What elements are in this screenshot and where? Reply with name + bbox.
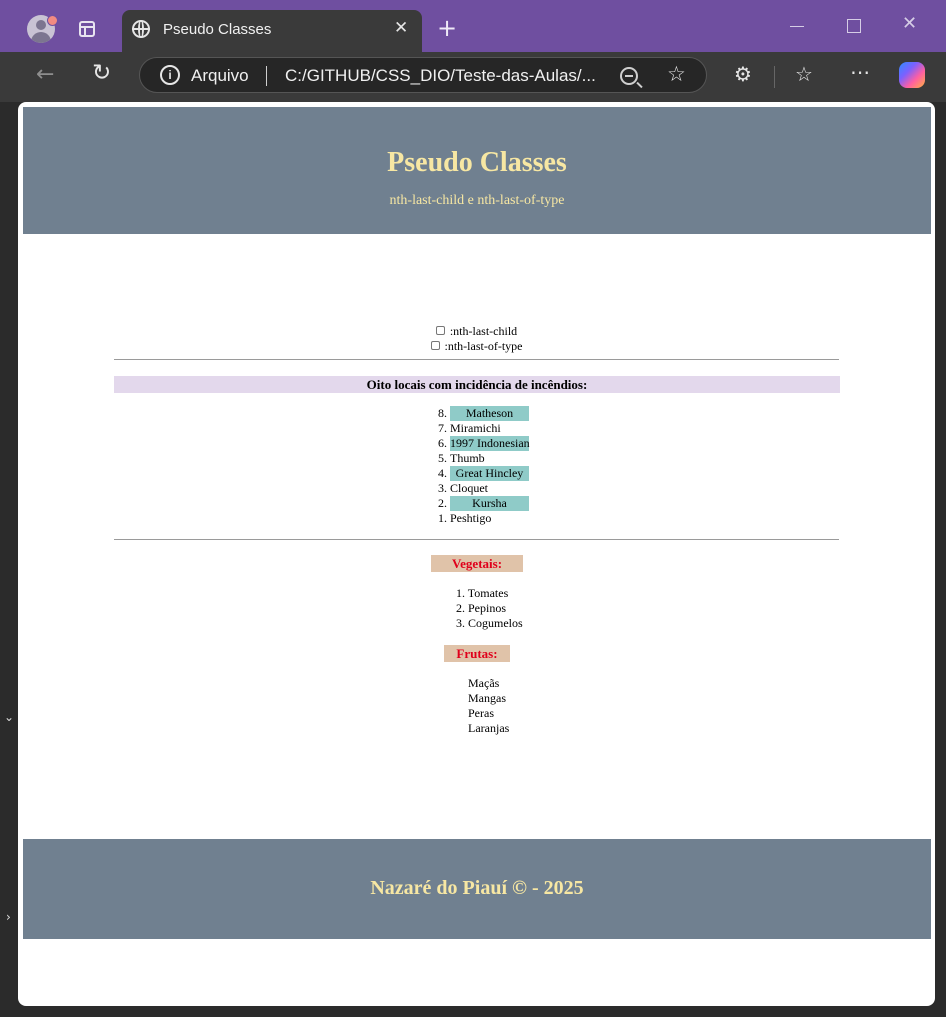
address-url[interactable]: C:/GITHUB/CSS_DIO/Teste-das-Aulas/... (285, 66, 596, 86)
list-item: Peras (468, 706, 494, 720)
item-name: Matheson (450, 406, 529, 421)
page-header: Pseudo Classes nth-last-child e nth-last… (23, 107, 931, 234)
copilot-icon[interactable] (899, 62, 925, 88)
notification-dot-icon (47, 15, 58, 26)
window-close-icon[interactable]: ✕ (902, 13, 917, 34)
favorites-list-icon[interactable]: ☆ (795, 62, 813, 86)
page-subtitle: nth-last-child e nth-last-of-type (389, 193, 565, 208)
address-label: Arquivo (191, 66, 249, 85)
more-icon[interactable]: ⋯ (850, 60, 871, 84)
page-title: Pseudo Classes (387, 147, 567, 178)
close-tab-icon[interactable]: ✕ (394, 18, 408, 38)
minimize-icon[interactable] (790, 26, 804, 27)
item-name: Kursha (450, 496, 529, 511)
address-separator (266, 66, 267, 86)
item-number: 1. (438, 511, 447, 525)
zoom-out-icon[interactable] (620, 67, 638, 85)
list-item: 5. Thumb (438, 451, 529, 466)
list-item: 7. Miramichi (438, 421, 529, 436)
item-name: Great Hincley (450, 466, 529, 481)
item-number: 4. (438, 466, 447, 480)
toggle-label: :nth-last-child (449, 324, 518, 338)
toggle-label: :nth-last-of-type (444, 339, 523, 353)
back-icon[interactable]: ← (36, 62, 54, 87)
fires-section-title: Oito locais com incidência de incêndios: (114, 376, 840, 393)
vegetables-list: 1. Tomates 2. Pepinos 3. Cogumelos (456, 586, 523, 631)
list-item: 2. Kursha (438, 496, 529, 511)
pseudo-class-toggles: :nth-last-child :nth-last-of-type (18, 324, 935, 354)
info-icon[interactable]: i (160, 65, 180, 85)
reload-icon[interactable]: ↻ (92, 60, 111, 86)
toolbar-separator (774, 66, 775, 88)
globe-icon (132, 20, 150, 38)
list-item: Mangas (468, 691, 506, 705)
item-name: Thumb (450, 451, 485, 465)
tab-actions-icon[interactable] (79, 21, 95, 37)
item-number: 5. (438, 451, 447, 465)
checkbox[interactable] (435, 326, 445, 335)
item-name: 1997 Indonesian (450, 436, 530, 451)
browser-toolbar: ← ↻ i Arquivo C:/GITHUB/CSS_DIO/Teste-da… (0, 52, 946, 102)
fires-list: 8. Matheson 7. Miramichi 6. 1997 Indonesian… (438, 406, 530, 526)
vegetables-title: Vegetais: (431, 555, 523, 572)
item-number: 2. (438, 496, 447, 510)
list-item: 3. Cogumelos (456, 616, 523, 630)
item-number: 8. (438, 406, 447, 420)
list-item: 2. Pepinos (456, 601, 507, 615)
divider (114, 359, 839, 360)
checkbox[interactable] (430, 341, 440, 350)
item-number: 3. (438, 481, 447, 495)
list-item: 4. Great Hincley (438, 466, 529, 481)
list-item: Laranjas (468, 721, 510, 735)
divider (114, 539, 839, 540)
item-name: Cloquet (450, 481, 488, 495)
new-tab-icon[interactable]: + (437, 14, 457, 42)
list-item: 3. Cloquet (438, 481, 529, 496)
toggle-nth-last-child[interactable]: :nth-last-child (18, 324, 935, 339)
maximize-icon[interactable] (847, 19, 861, 33)
list-item: 8. Matheson (438, 406, 529, 421)
item-number: 6. (438, 436, 447, 450)
item-number: 7. (438, 421, 447, 435)
browser-titlebar: Pseudo Classes ✕ + ✕ (0, 0, 946, 52)
page-footer: Nazaré do Piauí © - 2025 (23, 839, 931, 939)
item-name: Peshtigo (450, 511, 492, 525)
item-name: Miramichi (450, 421, 501, 435)
fruits-title: Frutas: (444, 645, 510, 662)
chevron-down-icon: ⌄ (4, 710, 15, 724)
star-icon[interactable]: ☆ (667, 62, 686, 86)
list-item: 1. Peshtigo (438, 511, 529, 526)
address-bar[interactable]: i Arquivo C:/GITHUB/CSS_DIO/Teste-das-Au… (139, 57, 707, 93)
puzzle-icon[interactable]: ⚙ (734, 62, 752, 86)
fruits-list: Maçãs Mangas Peras Laranjas (468, 676, 509, 736)
list-item: Maçãs (468, 676, 500, 690)
page-viewport: Pseudo Classes nth-last-child e nth-last… (18, 102, 935, 1006)
chevron-right-icon: › (6, 910, 11, 924)
footer-text: Nazaré do Piauí © - 2025 (370, 877, 584, 899)
tab-pseudo-classes[interactable]: Pseudo Classes ✕ (122, 10, 422, 52)
list-item: 1. Tomates (456, 586, 509, 600)
list-item: 6. 1997 Indonesian (438, 436, 530, 451)
toggle-nth-last-of-type[interactable]: :nth-last-of-type (18, 339, 935, 354)
tab-title: Pseudo Classes (163, 21, 272, 38)
